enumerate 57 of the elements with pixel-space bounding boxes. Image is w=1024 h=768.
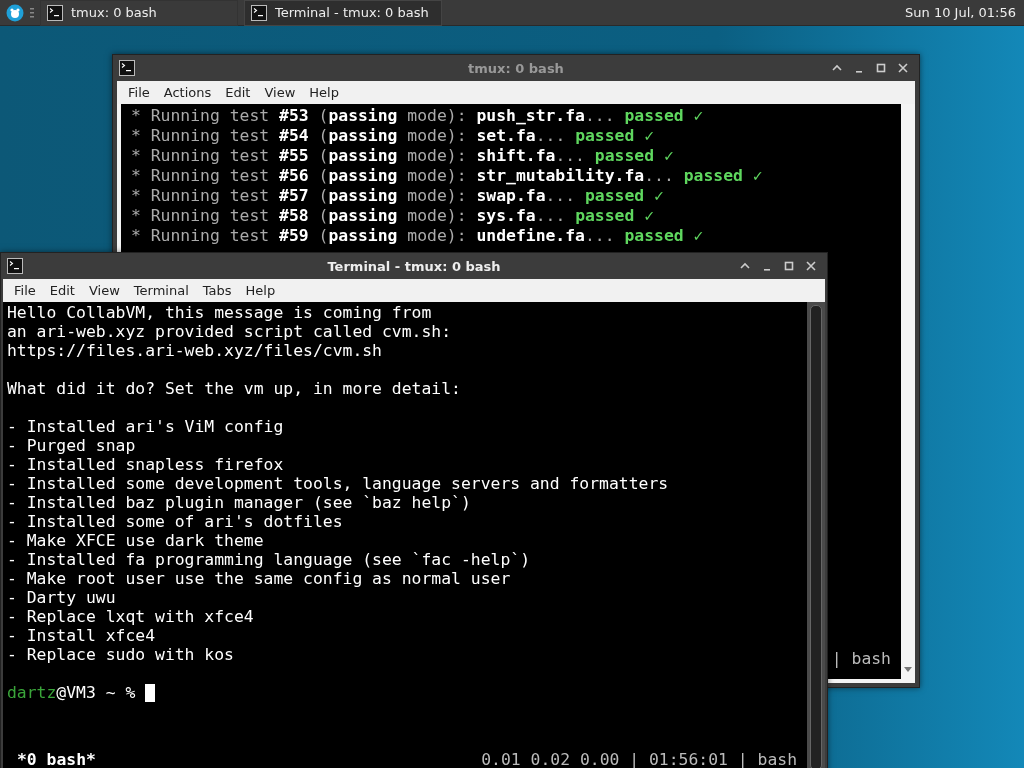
output-line: * Running test #54 (passing mode): set.fa... passed ✓ [131, 126, 656, 146]
output-line: an ari-web.xyz provided script called cvm.sh: [7, 322, 453, 341]
window-title: tmux: 0 bash [468, 60, 564, 76]
output-line: - Installed fa programming language (see `fac -help`) [7, 550, 531, 569]
terminal-icon [47, 4, 63, 21]
menu-item[interactable]: Edit [218, 85, 258, 100]
output-line: - Installed some of ari's dotfiles [7, 512, 344, 531]
prompt-text: @VM3 ~ % [56, 683, 136, 702]
drag-handle-icon [30, 6, 34, 19]
menu-item[interactable]: Terminal [126, 283, 196, 298]
clock: Sun 10 Jul, 01:56 [905, 5, 1016, 20]
output-line: * Running test #58 (passing mode): sys.fa... passed ✓ [131, 206, 656, 226]
prompt-user: dartz [7, 683, 57, 702]
output-line: - Make root user use the same config as normal user [7, 569, 512, 588]
output-line: * Running test #55 (passing mode): shift.fa... passed ✓ [131, 146, 675, 166]
terminal-icon [119, 60, 135, 76]
close-icon[interactable] [805, 260, 817, 272]
output-line: - Installed baz plugin manager (see `baz help`) [7, 493, 472, 512]
menu-item[interactable]: Actions [156, 85, 219, 100]
output-line: What did it do? Set the vm up, in more detail: [7, 379, 462, 398]
output-line: * Running test #57 (passing mode): swap.fa... passed ✓ [131, 186, 665, 206]
menu-item[interactable]: View [257, 85, 303, 100]
menu-item[interactable]: File [121, 85, 157, 100]
output-line: Hello CollabVM, this message is coming from [7, 303, 433, 322]
status-text: 0.01 0.02 0.00 | 01:56:01 | bash [481, 750, 797, 768]
output-line: - Replace lxqt with xfce4 [7, 607, 255, 626]
menu-item[interactable]: File [7, 283, 43, 298]
terminal-icon [7, 258, 23, 274]
menu-item[interactable]: View [81, 283, 127, 298]
taskbar-button[interactable]: Terminal - tmux: 0 bash [244, 0, 442, 26]
window-title: Terminal - tmux: 0 bash [327, 258, 501, 274]
output-line: - Installed ari's ViM config [7, 417, 285, 436]
text-cursor [145, 683, 156, 702]
maximize-icon[interactable] [875, 62, 887, 74]
menu-item[interactable]: Help [302, 85, 346, 100]
close-icon[interactable] [897, 62, 909, 74]
down-arrow-icon [904, 667, 912, 673]
app-menu-icon[interactable] [6, 3, 24, 22]
menu-item[interactable]: Help [238, 283, 283, 298]
taskbar-button[interactable]: tmux: 0 bash [40, 0, 238, 26]
status-window: *0 bash* [17, 750, 96, 768]
output-line: - Installed some development tools, language servers and formatters [7, 474, 670, 493]
output-line: - Darty uwu [7, 588, 117, 607]
menu-item[interactable]: Edit [42, 283, 82, 298]
output-line: - Replace sudo with kos [7, 645, 235, 664]
output-line: - Purged snap [7, 436, 137, 455]
output-line: - Installed snapless firefox [7, 455, 285, 474]
output-line: * Running test #53 (passing mode): push_str.fa... passed ✓ [131, 106, 705, 126]
status-text: | bash [831, 649, 891, 668]
output-line: https://files.ari-web.xyz/files/cvm.sh [7, 341, 383, 360]
output-line: - Make XFCE use dark theme [7, 531, 265, 550]
terminal-icon [251, 4, 267, 21]
maximize-icon[interactable] [783, 260, 795, 272]
output-line: * Running test #56 (passing mode): str_mutability.fa... passed ✓ [131, 166, 764, 186]
output-line: - Install xfce4 [7, 626, 157, 645]
output-line: * Running test #59 (passing mode): undefine.fa... passed ✓ [131, 226, 705, 246]
menu-item[interactable]: Tabs [195, 283, 239, 298]
